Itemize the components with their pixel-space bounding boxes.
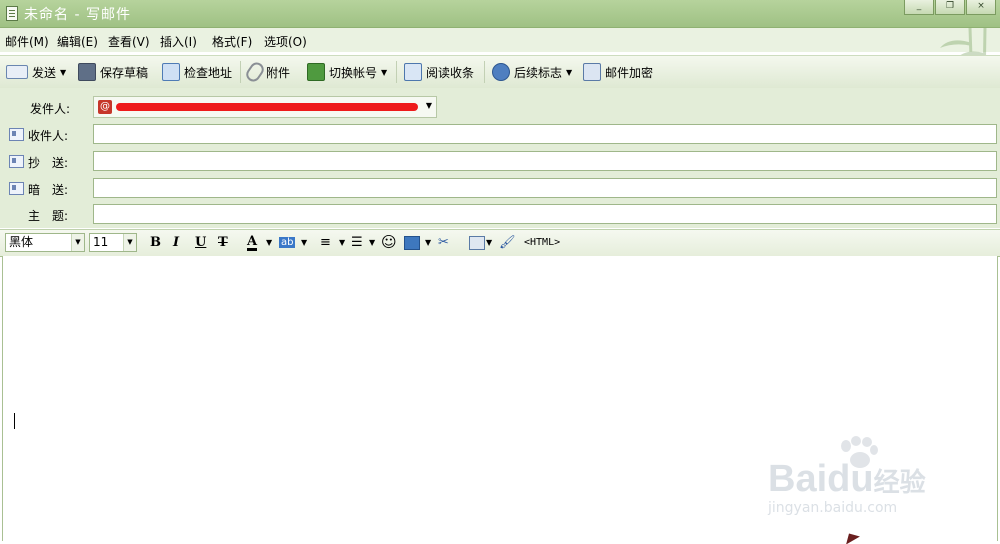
chevron-down-icon[interactable]: ▼ <box>486 238 492 247</box>
font-size-value: 11 <box>93 235 109 249</box>
font-family-select[interactable]: 黑体 ▼ <box>5 233 85 252</box>
redacted-address <box>116 103 418 111</box>
underline-button[interactable]: U <box>195 235 206 250</box>
chevron-down-icon: ▼ <box>123 234 136 251</box>
menu-options[interactable]: 选项(O) <box>264 33 307 50</box>
align-icon[interactable]: ≡ <box>320 235 331 250</box>
menu-format[interactable]: 格式(F) <box>212 33 252 50</box>
window-controls: _ ❐ × <box>904 0 996 15</box>
strikethrough-button[interactable]: T <box>218 235 228 250</box>
to-field[interactable] <box>93 124 997 144</box>
window-title: 未命名 - 写邮件 <box>24 7 131 23</box>
to-label: 收件人: <box>28 129 69 143</box>
restore-button[interactable]: ❐ <box>935 0 965 15</box>
from-label: 发件人: <box>30 102 71 116</box>
chevron-down-icon[interactable]: ▼ <box>425 238 431 247</box>
switch-account-label: 切换帐号 <box>329 65 378 80</box>
toolbar-separator <box>396 61 397 83</box>
format-toolbar: 黑体 ▼ 11 ▼ B I U T A ▼ ab ▼ ≡ ▼ ☰ ▼ ☺ ▼ ✂… <box>0 229 1000 257</box>
chevron-down-icon: ▼ <box>425 101 432 110</box>
switch-account-button[interactable]: 切换帐号 ▼ <box>307 62 387 82</box>
document-icon <box>6 6 18 21</box>
address-book-icon[interactable] <box>9 155 24 168</box>
subject-label: 主 题: <box>28 209 69 223</box>
chevron-down-icon[interactable]: ▼ <box>339 238 345 247</box>
send-button[interactable]: 发送 ▼ <box>6 62 66 82</box>
text-caret <box>14 413 15 429</box>
menu-view[interactable]: 查看(V) <box>108 33 150 50</box>
toolbar-separator <box>484 61 485 83</box>
chevron-down-icon[interactable]: ▼ <box>369 238 375 247</box>
menu-insert[interactable]: 插入(I) <box>160 33 197 50</box>
scissors-icon[interactable]: ✂ <box>438 235 449 250</box>
toolbar: 发送 ▼ 保存草稿 检查地址 附件 切换帐号 ▼ 阅读收条 后续标志 ▼ 邮件加… <box>0 55 1000 89</box>
close-button[interactable]: × <box>966 0 996 15</box>
watermark-url: jingyan.baidu.com <box>768 500 898 516</box>
check-address-button[interactable]: 检查地址 <box>162 62 232 82</box>
check-address-label: 检查地址 <box>184 65 233 80</box>
at-icon: @ <box>98 100 112 114</box>
read-receipt-button[interactable]: 阅读收条 <box>404 62 474 82</box>
chevron-down-icon: ▼ <box>60 67 67 77</box>
save-draft-icon <box>78 63 96 81</box>
check-address-icon <box>162 63 180 81</box>
chevron-down-icon: ▼ <box>381 67 388 77</box>
switch-account-icon <box>307 63 325 81</box>
title-bar: 未命名 - 写邮件 _ ❐ × <box>0 0 1000 28</box>
chevron-down-icon[interactable]: ▼ <box>301 238 307 247</box>
brush-icon[interactable]: 🖌 <box>499 235 516 250</box>
save-draft-label: 保存草稿 <box>100 65 149 80</box>
bcc-field[interactable] <box>93 178 997 198</box>
chevron-down-icon: ▼ <box>566 67 573 77</box>
italic-button[interactable]: I <box>173 235 179 250</box>
send-icon <box>6 65 28 79</box>
menu-bar: 邮件(M) 编辑(E) 查看(V) 插入(I) 格式(F) 选项(O) <box>0 28 1000 52</box>
encrypt-label: 邮件加密 <box>605 65 654 80</box>
attachment-label: 附件 <box>266 65 291 80</box>
save-draft-button[interactable]: 保存草稿 <box>78 62 148 82</box>
font-family-value: 黑体 <box>9 235 34 249</box>
baidu-watermark: Baidu经验 jingyan.baidu.com <box>768 436 968 526</box>
image-icon[interactable] <box>404 236 420 250</box>
html-mode-button[interactable]: <HTML> <box>524 237 560 248</box>
font-color-button[interactable]: A <box>247 235 258 251</box>
read-receipt-label: 阅读收条 <box>426 65 475 80</box>
read-receipt-icon <box>404 63 422 81</box>
subject-field[interactable] <box>93 204 997 224</box>
font-size-select[interactable]: 11 ▼ <box>89 233 137 252</box>
minimize-button[interactable]: _ <box>904 0 934 15</box>
cc-field[interactable] <box>93 151 997 171</box>
address-book-icon[interactable] <box>9 128 24 141</box>
send-label: 发送 <box>32 65 57 80</box>
menu-mail[interactable]: 邮件(M) <box>5 33 49 50</box>
chevron-down-icon[interactable]: ▼ <box>266 238 272 247</box>
follow-up-flag-button[interactable]: 后续标志 ▼ <box>492 62 572 82</box>
address-book-icon[interactable] <box>9 182 24 195</box>
watermark-brand: Baidu经验 <box>768 458 926 500</box>
chevron-down-icon: ▼ <box>71 234 84 251</box>
emoji-icon[interactable]: ☺ <box>381 233 397 251</box>
highlight-button[interactable]: ab <box>279 237 296 248</box>
list-icon[interactable]: ☰ <box>351 235 363 250</box>
from-account-select[interactable]: @ ▼ <box>93 96 437 118</box>
bold-button[interactable]: B <box>150 235 161 250</box>
cc-label: 抄 送: <box>28 156 69 170</box>
paperclip-icon <box>243 59 267 85</box>
attachment-button[interactable]: 附件 <box>243 59 291 85</box>
toolbar-separator <box>240 61 241 83</box>
follow-up-flag-label: 后续标志 <box>514 65 563 80</box>
encrypt-icon <box>583 63 601 81</box>
menu-edit[interactable]: 编辑(E) <box>57 33 98 50</box>
follow-up-flag-icon <box>492 63 510 81</box>
encrypt-button[interactable]: 邮件加密 <box>583 62 653 82</box>
bcc-label: 暗 送: <box>28 183 69 197</box>
insert-object-icon[interactable] <box>469 236 485 250</box>
